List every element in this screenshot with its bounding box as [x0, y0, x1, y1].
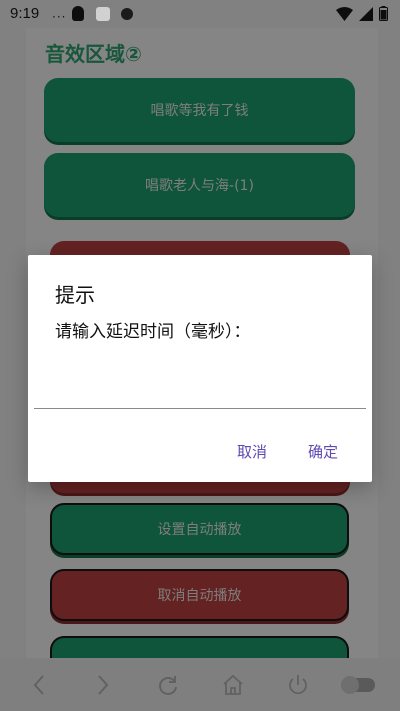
dialog-message: 请输入延迟时间（毫秒）： [55, 322, 251, 341]
cancel-button[interactable]: 取消 [237, 441, 267, 462]
dialog-title: 提示 [55, 285, 95, 307]
delay-input-dialog: 提示 请输入延迟时间（毫秒）： 取消 确定 [28, 255, 372, 482]
delay-ms-input[interactable] [34, 367, 366, 409]
confirm-button[interactable]: 确定 [308, 441, 338, 462]
